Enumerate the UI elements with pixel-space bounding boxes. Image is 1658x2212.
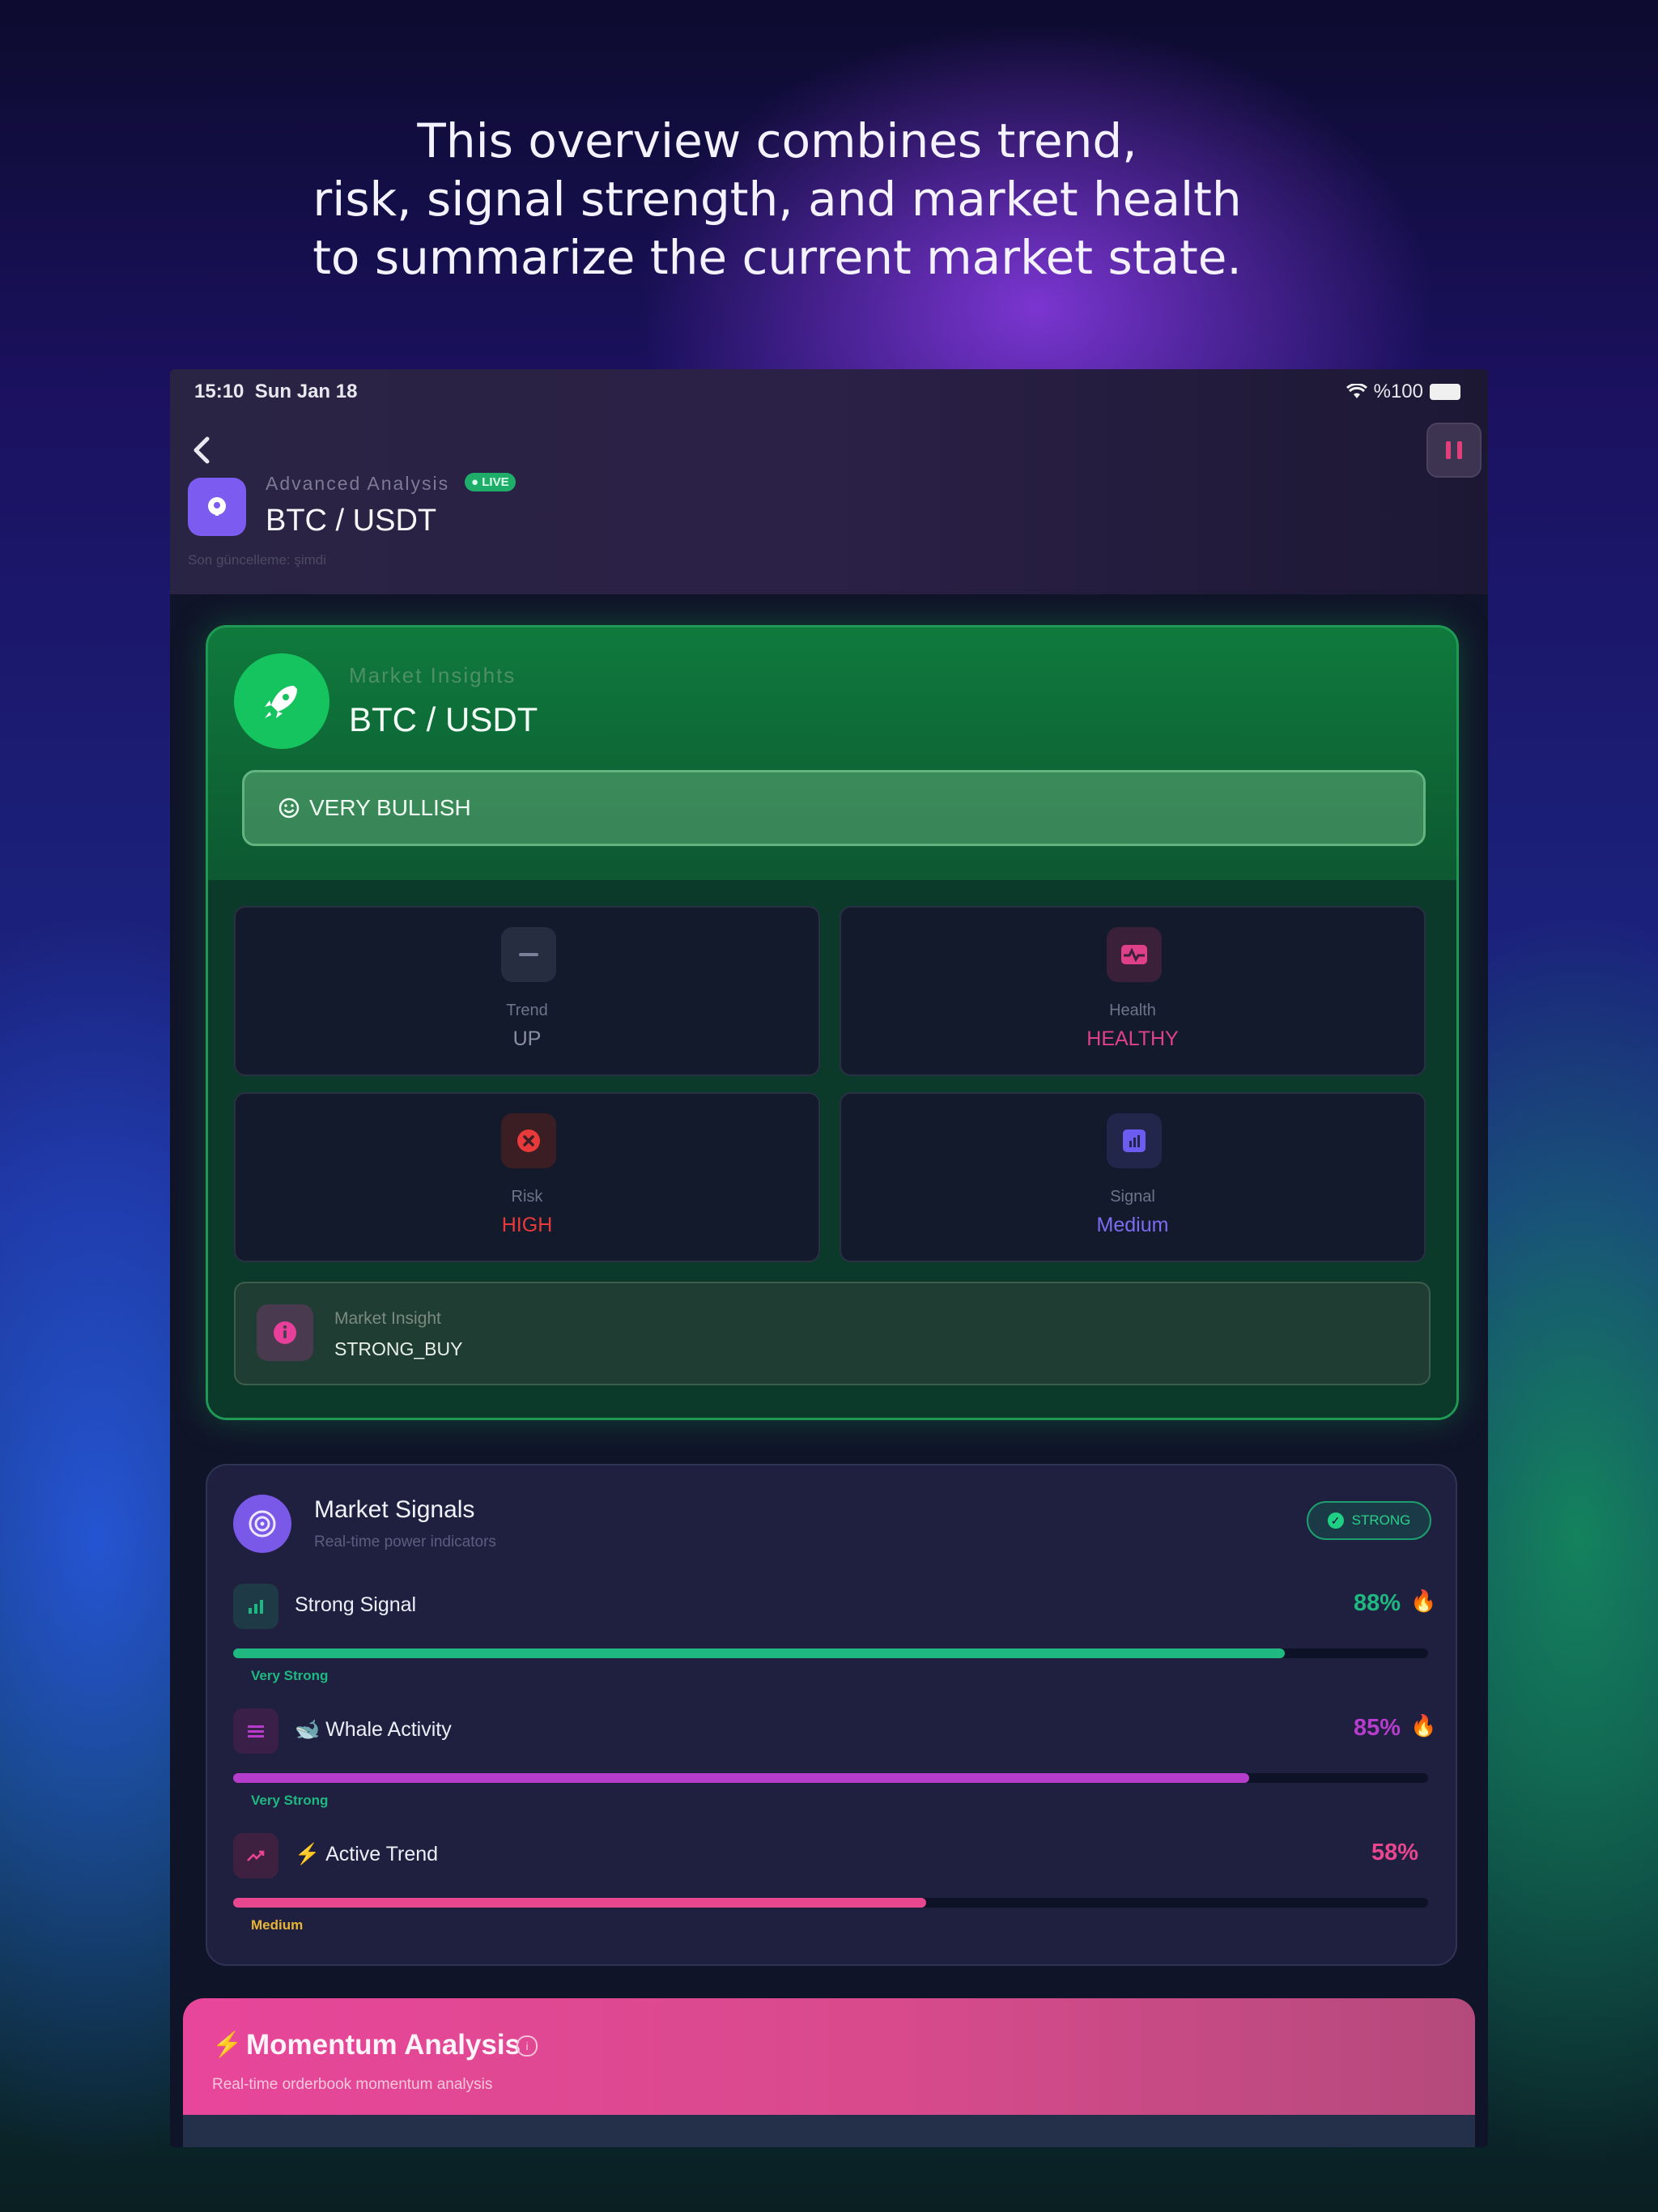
pause-icon-bar [1457,441,1462,459]
strong-signal-tag: Very Strong [251,1668,329,1683]
sentiment-pill: VERY BULLISH [242,770,1426,846]
live-badge: ● LIVE [465,473,516,491]
pair-title: BTC / USDT [266,504,437,538]
health-label: Health [1109,1002,1156,1019]
signal-value: Medium [1096,1214,1169,1236]
whale-activity-percent: 85% [1353,1715,1401,1741]
chevron-left-icon [193,436,210,464]
whale-activity-fill [233,1773,1249,1783]
pause-button[interactable] [1426,423,1482,478]
bolt-icon: ⚡ [212,2031,243,2058]
headline-line-3: to summarize the current market state. [312,230,1242,285]
active-trend-tag: Medium [251,1917,304,1933]
whale-icon: 🐋 [295,1718,321,1741]
momentum-analysis-card[interactable]: ⚡ Momentum Analysis i Real-time orderboo… [183,1998,1475,2147]
sentiment-text: VERY BULLISH [309,795,471,820]
signals-title: Market Signals [314,1496,475,1523]
momentum-subtitle: Real-time orderbook momentum analysis [212,2076,493,2093]
info-circle-icon[interactable]: i [517,2035,538,2057]
back-button[interactable] [186,434,219,473]
strong-signal-label: Strong Signal [295,1593,417,1616]
strong-signal-percent: 88% [1353,1590,1401,1616]
status-clock: 15:10 [194,381,244,402]
x-circle-icon [501,1113,556,1168]
smile-icon [278,798,300,819]
top-header: 15:10 Sun Jan 18 %100 Advanced Analysis … [170,369,1488,594]
trend-value: UP [512,1027,542,1050]
fire-icon: 🔥 [1410,1713,1437,1738]
status-time: 15:10 Sun Jan 18 [194,381,357,403]
pause-icon [1446,441,1451,459]
momentum-content-edge [183,2115,1475,2147]
market-insight-label: Market Insight [334,1309,441,1328]
active-trend-label: Active Trend [325,1843,439,1865]
bar-chart-icon [1107,1113,1162,1168]
signal-label: Signal [1110,1188,1155,1206]
signal-tile: Signal Medium [840,1092,1426,1262]
battery-percent: %100 [1373,381,1423,402]
market-insight-box: Market Insight STRONG_BUY [234,1282,1431,1385]
battery-icon [1430,384,1460,400]
risk-value: HIGH [501,1214,553,1236]
status-date: Sun Jan 18 [254,381,358,402]
whale-list-icon [233,1708,278,1754]
active-trend-track [233,1898,1428,1908]
strong-signal-fill [233,1648,1285,1658]
minus-icon [501,927,556,982]
momentum-title: Momentum Analysis [246,2029,521,2061]
health-value: HEALTHY [1086,1027,1179,1050]
active-trend-row: ⚡ Active Trend [295,1843,438,1866]
market-insight-value: STRONG_BUY [334,1338,463,1359]
last-update-text: Son güncelleme: şimdi [188,552,327,568]
info-icon [257,1304,313,1361]
live-badge-text: LIVE [482,475,509,489]
market-signals-card: Market Signals Real-time power indicator… [206,1464,1457,1966]
fire-icon: 🔥 [1410,1589,1437,1613]
target-icon [233,1495,291,1553]
section-label: Advanced Analysis [266,473,450,494]
strength-badge-text: STRONG [1351,1512,1411,1528]
wifi-icon [1346,384,1367,398]
trend-up-icon [233,1833,278,1878]
whale-activity-track [233,1773,1428,1783]
insights-label: Market Insights [349,663,517,687]
check-icon: ✓ [1327,1512,1344,1529]
rocket-icon [234,653,329,749]
strong-signal-track [233,1648,1428,1658]
active-trend-percent: 58% [1371,1840,1418,1865]
brain-app-icon [188,478,246,536]
device-screen: 15:10 Sun Jan 18 %100 Advanced Analysis … [170,369,1488,2147]
signal-bars-icon [233,1584,278,1629]
whale-activity-label: Whale Activity [325,1718,452,1741]
status-indicators: %100 [1346,381,1460,403]
strength-badge: ✓ STRONG [1307,1501,1431,1540]
insights-pair: BTC / USDT [349,700,538,738]
health-tile: Health HEALTHY [840,906,1426,1076]
signals-subtitle: Real-time power indicators [314,1534,496,1551]
active-trend-fill [233,1898,927,1908]
whale-activity-tag: Very Strong [251,1793,329,1808]
headline-line-2: risk, signal strength, and market health [312,172,1242,227]
market-insights-card: Market Insights BTC / USDT VERY BULLISH … [206,625,1459,1420]
trend-tile: Trend UP [234,906,820,1076]
risk-tile: Risk HIGH [234,1092,820,1262]
risk-label: Risk [511,1188,543,1206]
trend-label: Trend [506,1002,548,1019]
heart-pulse-icon [1107,927,1162,982]
headline-line-1: This overview combines trend, [417,113,1137,168]
headline-caption: This overview combines trend, risk, sign… [0,112,1554,287]
bolt-icon: ⚡ [295,1843,321,1865]
whale-activity-row: 🐋 Whale Activity [295,1718,452,1742]
